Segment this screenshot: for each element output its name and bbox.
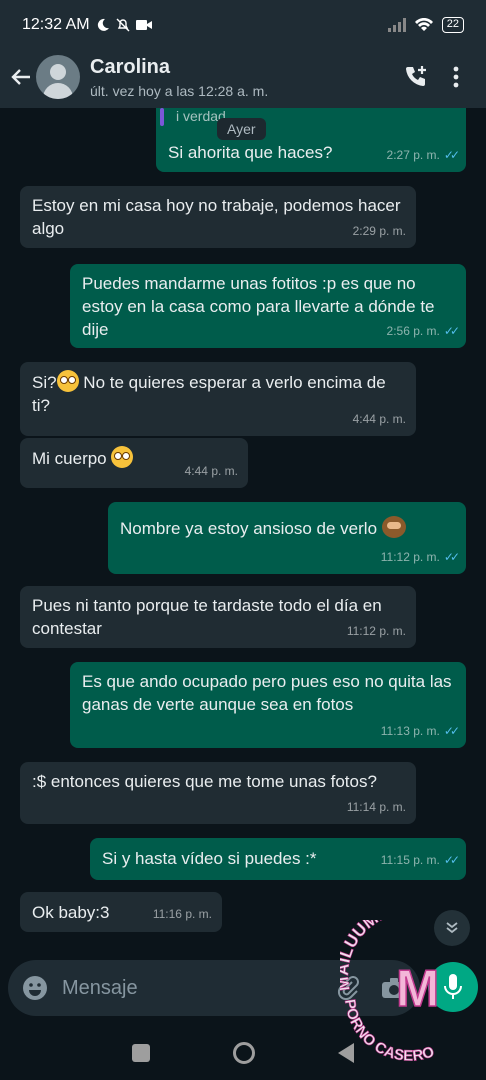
message-text: Si ahorita que haces? xyxy=(168,143,333,162)
composer: Mensaje xyxy=(0,952,486,1026)
battery-icon: 22 xyxy=(441,17,464,33)
message-bubble[interactable]: Nombre ya estoy ansioso de verlo 11:12 p… xyxy=(108,502,466,574)
message-time: 2:56 p. m. xyxy=(386,324,440,338)
message-text: Mi cuerpo xyxy=(32,449,112,468)
message-bubble[interactable]: :$ entonces quieres que me tome unas fot… xyxy=(20,762,416,824)
last-seen: últ. vez hoy a las 12:28 a. m. xyxy=(90,82,269,99)
message-text: Pues ni tanto porque te tardaste todo el… xyxy=(32,596,382,638)
avatar[interactable] xyxy=(36,55,80,99)
message-text: :$ entonces quieres que me tome unas fot… xyxy=(32,772,377,791)
message-time: 2:27 p. m. xyxy=(386,148,440,162)
system-nav-bar xyxy=(0,1026,486,1080)
message-bubble[interactable]: Ok baby:3 11:16 p. m. xyxy=(20,892,222,932)
date-separator: Ayer xyxy=(217,118,266,140)
quoted-message[interactable]: i verdad xyxy=(156,108,466,132)
mic-icon xyxy=(444,974,462,999)
chat-header: Carolina últ. vez hoy a las 12:28 a. m. xyxy=(0,46,486,108)
read-ticks-icon: ✓✓ xyxy=(443,724,460,738)
read-ticks-icon: ✓✓ xyxy=(443,550,460,564)
message-text: Nombre ya estoy ansioso de verlo xyxy=(120,519,382,538)
moon-icon xyxy=(97,18,109,31)
message-text: Es que ando ocupado pero pues eso no qui… xyxy=(82,672,452,714)
message-input[interactable]: Mensaje xyxy=(8,960,420,1016)
more-options-icon[interactable] xyxy=(436,57,476,97)
wifi-icon xyxy=(414,18,433,31)
attach-icon[interactable] xyxy=(336,976,360,1000)
message-bubble[interactable]: Mi cuerpo 4:44 p. m. xyxy=(20,438,248,488)
emoji-icon[interactable] xyxy=(22,975,48,1001)
camera-icon[interactable] xyxy=(382,978,406,998)
message-time: 4:44 p. m. xyxy=(352,412,406,426)
message-time: 11:15 p. m. xyxy=(380,853,440,867)
message-text: Si? xyxy=(32,373,57,392)
home-button[interactable] xyxy=(232,1042,255,1064)
message-time: 2:29 p. m. xyxy=(352,224,406,238)
message-time: 11:14 p. m. xyxy=(346,800,406,814)
contact-info[interactable]: Carolina últ. vez hoy a las 12:28 a. m. xyxy=(90,56,396,99)
message-text: No te quieres esperar a verlo encima de … xyxy=(32,373,386,415)
message-bubble[interactable]: Si y hasta vídeo si puedes :* 11:15 p. m… xyxy=(90,838,466,880)
recents-button[interactable] xyxy=(131,1044,150,1062)
read-ticks-icon: ✓✓ xyxy=(443,853,460,867)
add-call-icon[interactable] xyxy=(396,57,436,97)
message-text: Puedes mandarme unas fotitos :p es que n… xyxy=(82,274,435,339)
flushed-emoji-icon xyxy=(56,370,79,392)
message-placeholder: Mensaje xyxy=(62,976,138,999)
back-arrow-icon[interactable] xyxy=(10,66,32,88)
message-time: 11:16 p. m. xyxy=(152,907,212,921)
scroll-down-button[interactable] xyxy=(434,910,470,946)
message-bubble[interactable]: Estoy en mi casa hoy no trabaje, podemos… xyxy=(20,186,416,248)
message-time: 11:13 p. m. xyxy=(380,724,440,738)
status-time: 12:32 AM xyxy=(22,16,90,33)
flushed-emoji-icon xyxy=(111,446,134,468)
see-no-evil-monkey-icon xyxy=(381,516,406,538)
mic-button[interactable] xyxy=(428,962,478,1012)
status-bar: 12:32 AM 22 xyxy=(0,0,486,50)
double-chevron-down-icon xyxy=(446,922,458,934)
message-time: 4:44 p. m. xyxy=(184,464,238,478)
bell-off-icon xyxy=(116,18,130,32)
message-text: Estoy en mi casa hoy no trabaje, podemos… xyxy=(32,196,401,238)
message-time: 11:12 p. m. xyxy=(380,550,440,564)
message-text: Ok baby:3 xyxy=(32,903,110,922)
contact-name: Carolina xyxy=(90,55,171,78)
chat-area[interactable]: i verdad Si ahorita que haces? 2:27 p. m… xyxy=(0,108,486,960)
message-bubble[interactable]: Pues ni tanto porque te tardaste todo el… xyxy=(20,586,416,648)
message-bubble[interactable]: Si ahorita que haces? 2:27 p. m. ✓✓ xyxy=(156,132,466,172)
message-bubble[interactable]: Si? No te quieres esperar a verlo encima… xyxy=(20,362,416,436)
message-time: 11:12 p. m. xyxy=(346,624,406,638)
signal-icon xyxy=(387,18,406,32)
message-text: Si y hasta vídeo si puedes :* xyxy=(102,849,317,868)
video-icon xyxy=(135,20,152,30)
message-bubble[interactable]: Es que ando ocupado pero pues eso no qui… xyxy=(70,662,466,748)
system-back-button[interactable] xyxy=(338,1043,355,1063)
read-ticks-icon: ✓✓ xyxy=(443,148,460,162)
read-ticks-icon: ✓✓ xyxy=(443,324,460,338)
message-bubble[interactable]: Puedes mandarme unas fotitos :p es que n… xyxy=(70,264,466,348)
